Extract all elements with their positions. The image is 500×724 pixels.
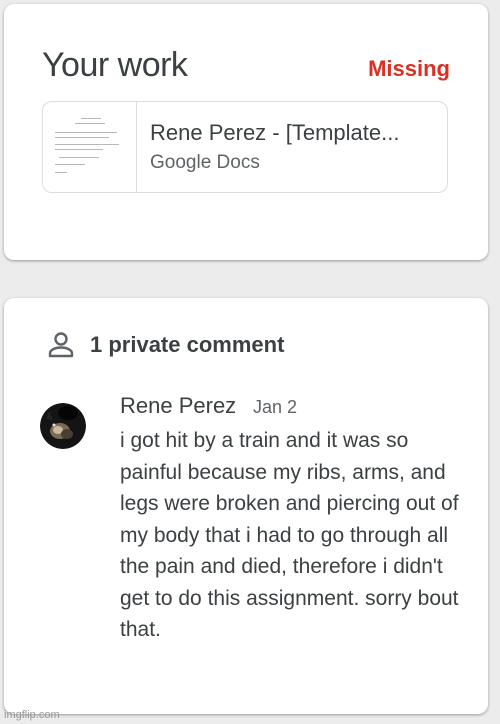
attachment-type: Google Docs [150, 152, 260, 173]
status-badge: Missing [368, 56, 450, 81]
document-thumbnail [43, 102, 137, 192]
attachment-card[interactable]: Rene Perez - [Template... Google Docs [42, 101, 448, 193]
comment-date: Jan 2 [253, 397, 298, 417]
person-icon [46, 330, 76, 360]
attachment-title: Rene Perez - [Template... [150, 120, 400, 145]
avatar[interactable] [40, 403, 86, 449]
your-work-card: Your work Missing Rene Perez - [Template… [4, 4, 488, 260]
comments-count: 1 private comment [90, 332, 285, 357]
your-work-title: Your work [42, 46, 188, 84]
comment-text: i got hit by a train and it was so painf… [120, 429, 459, 641]
watermark: imgflip.com [4, 709, 60, 721]
comments-header: 1 private comment [46, 330, 284, 360]
private-comments-card: 1 private comment Rene Perez Jan 2 i got… [4, 298, 488, 714]
comment-author: Rene Perez [120, 393, 237, 418]
